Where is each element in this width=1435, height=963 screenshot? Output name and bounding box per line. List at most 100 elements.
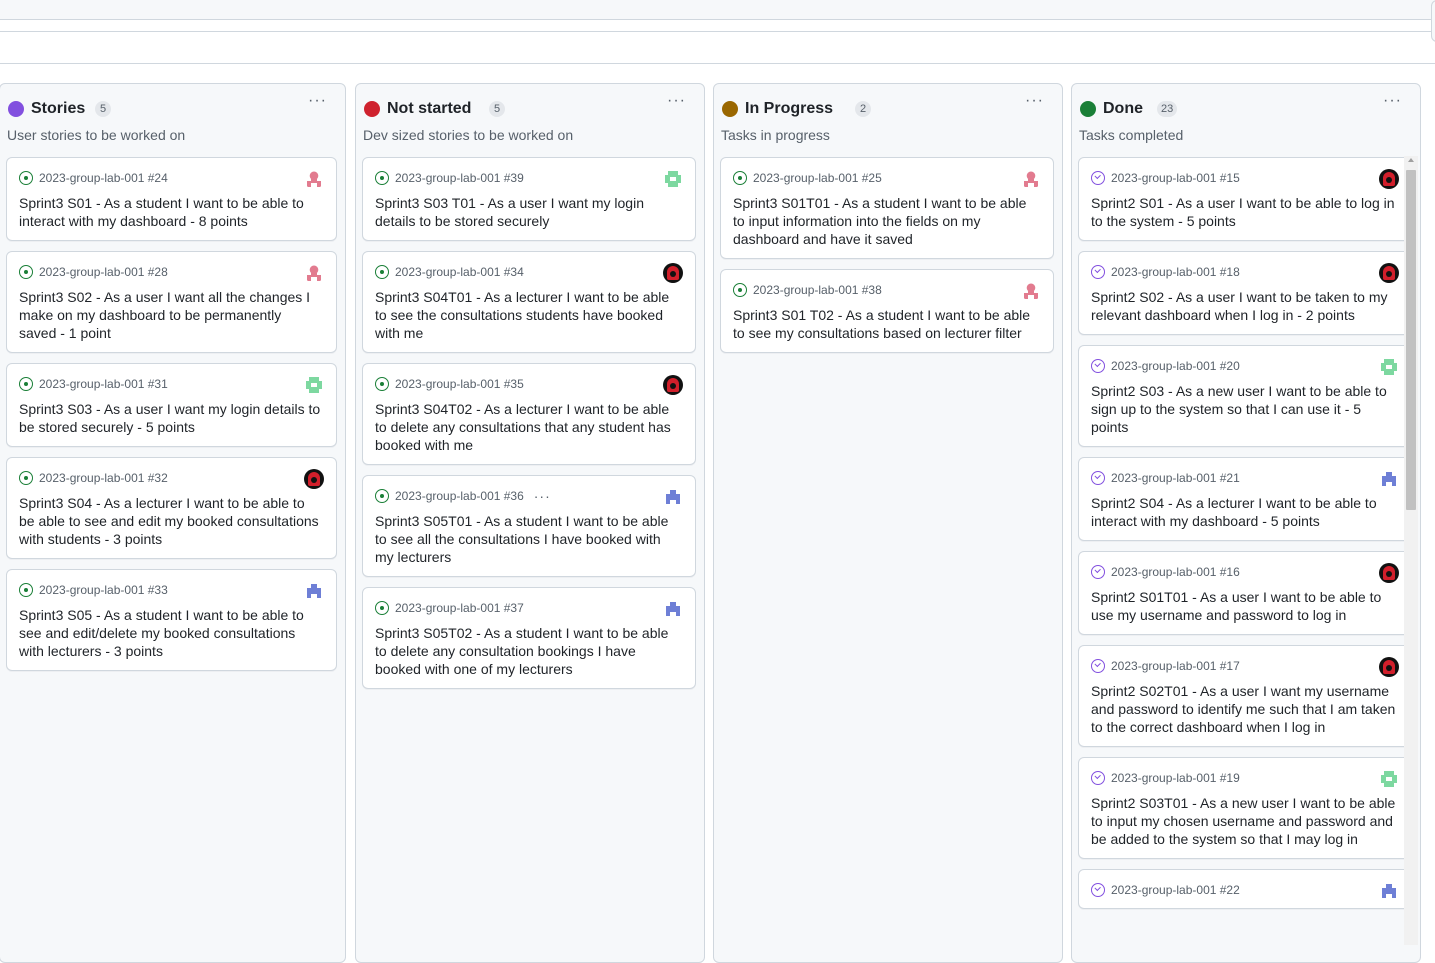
- column-done: Done 23 ··· Tasks completed 2023-group-l…: [1071, 83, 1421, 963]
- assignee-avatar-icon[interactable]: [1379, 263, 1399, 283]
- card-menu-button[interactable]: ···: [534, 489, 551, 503]
- issue-reference[interactable]: 2023-group-lab-001 #20: [1111, 359, 1240, 373]
- issue-card[interactable]: 2023-group-lab-001 #15 Sprint2 S01 - As …: [1078, 157, 1412, 241]
- issue-card[interactable]: 2023-group-lab-001 #33 Sprint3 S05 - As …: [6, 569, 337, 671]
- issue-card[interactable]: 2023-group-lab-001 #19 Sprint2 S03T01 - …: [1078, 757, 1412, 859]
- issue-title[interactable]: Sprint3 S01 - As a student I want to be …: [19, 194, 324, 230]
- assignee-avatar-icon[interactable]: [304, 169, 324, 189]
- issue-card[interactable]: 2023-group-lab-001 #28 Sprint3 S02 - As …: [6, 251, 337, 353]
- assignee-avatar-icon[interactable]: [304, 469, 324, 489]
- issue-reference[interactable]: 2023-group-lab-001 #18: [1111, 265, 1240, 279]
- issue-title[interactable]: Sprint2 S02 - As a user I want to be tak…: [1091, 288, 1399, 324]
- issue-title[interactable]: Sprint3 S03 T01 - As a user I want my lo…: [375, 194, 683, 230]
- issue-reference[interactable]: 2023-group-lab-001 #25: [753, 171, 882, 185]
- issue-title[interactable]: Sprint3 S02 - As a user I want all the c…: [19, 288, 324, 342]
- column-menu-button[interactable]: ···: [667, 92, 686, 110]
- issue-reference[interactable]: 2023-group-lab-001 #34: [395, 265, 524, 279]
- assignee-avatar-icon[interactable]: [1379, 769, 1399, 789]
- issue-reference[interactable]: 2023-group-lab-001 #39: [395, 171, 524, 185]
- issue-open-icon: [733, 171, 747, 185]
- issue-reference[interactable]: 2023-group-lab-001 #16: [1111, 565, 1240, 579]
- issue-title[interactable]: Sprint3 S01T01 - As a student I want to …: [733, 194, 1041, 248]
- assignee-avatar-icon[interactable]: [663, 169, 683, 189]
- card-meta: 2023-group-lab-001 #34: [375, 264, 683, 280]
- issue-title[interactable]: Sprint3 S05 - As a student I want to be …: [19, 606, 324, 660]
- issue-card[interactable]: 2023-group-lab-001 #21 Sprint2 S04 - As …: [1078, 457, 1412, 541]
- issue-reference[interactable]: 2023-group-lab-001 #38: [753, 283, 882, 297]
- issue-card[interactable]: 2023-group-lab-001 #36 ··· Sprint3 S05T0…: [362, 475, 696, 577]
- assignee-avatar-icon[interactable]: [304, 263, 324, 283]
- assignee-avatar-icon[interactable]: [1021, 169, 1041, 189]
- assignee-avatar-icon[interactable]: [663, 599, 683, 619]
- column-description: User stories to be worked on: [7, 127, 186, 143]
- issue-title[interactable]: Sprint2 S03T01 - As a new user I want to…: [1091, 794, 1399, 848]
- assignee-avatar-icon[interactable]: [304, 581, 324, 601]
- card-meta: 2023-group-lab-001 #19: [1091, 770, 1399, 786]
- issue-title[interactable]: Sprint2 S04 - As a lecturer I want to be…: [1091, 494, 1399, 530]
- column-count-badge: 5: [95, 101, 111, 117]
- scroll-thumb[interactable]: [1406, 170, 1416, 510]
- card-meta: 2023-group-lab-001 #25: [733, 170, 1041, 186]
- issue-title[interactable]: Sprint3 S04T01 - As a lecturer I want to…: [375, 288, 683, 342]
- issue-card[interactable]: 2023-group-lab-001 #35 Sprint3 S04T02 - …: [362, 363, 696, 465]
- assignee-avatar-icon[interactable]: [1021, 281, 1041, 301]
- assignee-avatar-icon[interactable]: [1379, 357, 1399, 377]
- issue-reference[interactable]: 2023-group-lab-001 #33: [39, 583, 168, 597]
- assignee-avatar-icon[interactable]: [1379, 169, 1399, 189]
- issue-reference[interactable]: 2023-group-lab-001 #37: [395, 601, 524, 615]
- issue-reference[interactable]: 2023-group-lab-001 #15: [1111, 171, 1240, 185]
- issue-reference[interactable]: 2023-group-lab-001 #36: [395, 489, 524, 503]
- assignee-avatar-icon[interactable]: [1379, 881, 1399, 901]
- done-column-scrollbar[interactable]: [1404, 156, 1418, 945]
- issue-card[interactable]: 2023-group-lab-001 #17 Sprint2 S02T01 - …: [1078, 645, 1412, 747]
- assignee-avatar-icon[interactable]: [663, 263, 683, 283]
- issue-card[interactable]: 2023-group-lab-001 #20 Sprint2 S03 - As …: [1078, 345, 1412, 447]
- issue-card[interactable]: 2023-group-lab-001 #32 Sprint3 S04 - As …: [6, 457, 337, 559]
- issue-reference[interactable]: 2023-group-lab-001 #31: [39, 377, 168, 391]
- issue-reference[interactable]: 2023-group-lab-001 #22: [1111, 883, 1240, 897]
- assignee-avatar-icon[interactable]: [304, 375, 324, 395]
- issue-reference[interactable]: 2023-group-lab-001 #19: [1111, 771, 1240, 785]
- assignee-avatar-icon[interactable]: [663, 375, 683, 395]
- issue-title[interactable]: Sprint3 S04T02 - As a lecturer I want to…: [375, 400, 683, 454]
- issue-card[interactable]: 2023-group-lab-001 #25 Sprint3 S01T01 - …: [720, 157, 1054, 259]
- issue-open-icon: [733, 283, 747, 297]
- issue-open-icon: [375, 265, 389, 279]
- column-menu-button[interactable]: ···: [1025, 92, 1044, 110]
- issue-card[interactable]: 2023-group-lab-001 #24 Sprint3 S01 - As …: [6, 157, 337, 241]
- issue-title[interactable]: Sprint3 S03 - As a user I want my login …: [19, 400, 324, 436]
- issue-card[interactable]: 2023-group-lab-001 #34 Sprint3 S04T01 - …: [362, 251, 696, 353]
- issue-card[interactable]: 2023-group-lab-001 #16 Sprint2 S01T01 - …: [1078, 551, 1412, 635]
- card-meta: 2023-group-lab-001 #35: [375, 376, 683, 392]
- issue-reference[interactable]: 2023-group-lab-001 #21: [1111, 471, 1240, 485]
- issue-title[interactable]: Sprint2 S01 - As a user I want to be abl…: [1091, 194, 1399, 230]
- issue-title[interactable]: Sprint3 S05T02 - As a student I want to …: [375, 624, 683, 678]
- assignee-avatar-icon[interactable]: [1379, 469, 1399, 489]
- top-toolbar: [0, 0, 1435, 20]
- issue-title[interactable]: Sprint2 S03 - As a new user I want to be…: [1091, 382, 1399, 436]
- issue-card[interactable]: 2023-group-lab-001 #37 Sprint3 S05T02 - …: [362, 587, 696, 689]
- column-header: In Progress 2 ··· Tasks in progress: [714, 84, 1062, 150]
- assignee-avatar-icon[interactable]: [1379, 657, 1399, 677]
- issue-title[interactable]: Sprint3 S01 T02 - As a student I want to…: [733, 306, 1041, 342]
- column-menu-button[interactable]: ···: [308, 92, 327, 110]
- assignee-avatar-icon[interactable]: [663, 487, 683, 507]
- issue-title[interactable]: Sprint3 S05T01 - As a student I want to …: [375, 512, 683, 566]
- issue-card[interactable]: 2023-group-lab-001 #39 Sprint3 S03 T01 -…: [362, 157, 696, 241]
- issue-reference[interactable]: 2023-group-lab-001 #28: [39, 265, 168, 279]
- scroll-up-arrow-icon[interactable]: [1408, 158, 1414, 162]
- issue-reference[interactable]: 2023-group-lab-001 #32: [39, 471, 168, 485]
- issue-title[interactable]: Sprint2 S01T01 - As a user I want to be …: [1091, 588, 1399, 624]
- card-meta: 2023-group-lab-001 #39: [375, 170, 683, 186]
- issue-title[interactable]: Sprint2 S02T01 - As a user I want my use…: [1091, 682, 1399, 736]
- issue-card[interactable]: 2023-group-lab-001 #22: [1078, 869, 1412, 909]
- issue-card[interactable]: 2023-group-lab-001 #31 Sprint3 S03 - As …: [6, 363, 337, 447]
- issue-card[interactable]: 2023-group-lab-001 #18 Sprint2 S02 - As …: [1078, 251, 1412, 335]
- issue-card[interactable]: 2023-group-lab-001 #38 Sprint3 S01 T02 -…: [720, 269, 1054, 353]
- issue-reference[interactable]: 2023-group-lab-001 #24: [39, 171, 168, 185]
- issue-reference[interactable]: 2023-group-lab-001 #35: [395, 377, 524, 391]
- assignee-avatar-icon[interactable]: [1379, 563, 1399, 583]
- issue-reference[interactable]: 2023-group-lab-001 #17: [1111, 659, 1240, 673]
- column-menu-button[interactable]: ···: [1383, 92, 1402, 110]
- issue-title[interactable]: Sprint3 S04 - As a lecturer I want to be…: [19, 494, 324, 548]
